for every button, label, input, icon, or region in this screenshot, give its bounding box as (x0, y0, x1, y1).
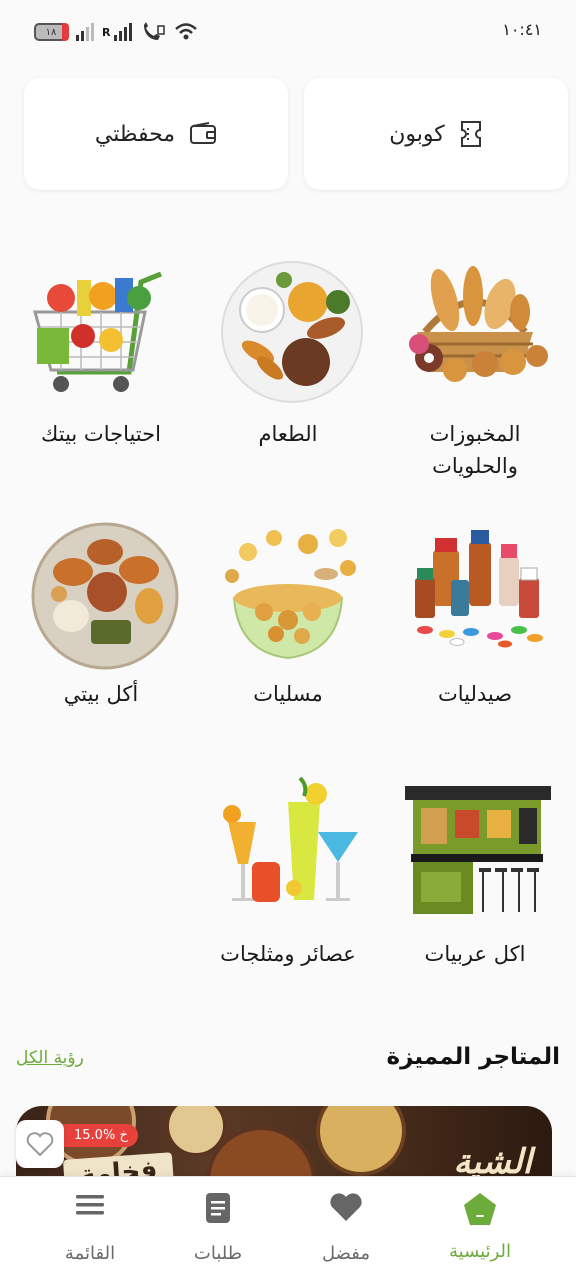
category-juices[interactable]: عصائر ومثلجات (203, 772, 373, 970)
discount-badge: 15.0% خ (56, 1124, 138, 1147)
category-label: صيدليات (437, 682, 513, 706)
wifi-call-icon (144, 22, 166, 40)
category-pharmacy[interactable]: صيدليات (390, 512, 560, 710)
featured-stores-title: المتاجر المميزة (386, 1044, 561, 1070)
nav-favorites[interactable]: مفضل (274, 1177, 418, 1280)
category-label: اكل عربيات (424, 942, 526, 966)
wallet-label: محفظتي (94, 121, 176, 147)
nav-menu[interactable]: القائمة (18, 1177, 162, 1280)
category-label: احتياجات بيتك (41, 422, 161, 446)
wallet-icon (190, 122, 217, 144)
battery-level: ١٨ (45, 26, 57, 38)
home-icon (464, 1193, 496, 1225)
category-label: مسليات (253, 682, 323, 706)
food-kiosk-image (405, 786, 551, 914)
orders-icon (206, 1193, 230, 1223)
category-label: المخبوزات والحلويات (429, 422, 521, 478)
nav-label: مفضل (322, 1243, 370, 1264)
shopping-cart-image (33, 271, 162, 392)
category-food-carts[interactable]: اكل عربيات (390, 772, 560, 970)
nav-orders[interactable]: طلبات (146, 1177, 290, 1280)
favorite-button[interactable] (16, 1120, 64, 1168)
roaming-icon: R (102, 25, 111, 39)
juice-glasses-image (223, 776, 358, 902)
nav-label: طلبات (193, 1243, 243, 1264)
category-snacks[interactable]: مسليات (203, 512, 373, 710)
nav-label: الرئيسية (449, 1241, 511, 1262)
status-time: ١٠:٤١ (502, 20, 542, 39)
category-label: الطعام (258, 422, 318, 446)
food-plate-image (221, 261, 363, 403)
nav-home[interactable]: الرئيسية (408, 1177, 552, 1280)
see-all-link[interactable]: رؤية الكل (16, 1048, 84, 1068)
coupon-label: كوبون (389, 121, 445, 147)
wifi-icon (175, 23, 198, 40)
heart-outline-icon (26, 1132, 54, 1157)
category-label: أكل بيتي (63, 682, 139, 706)
category-label: عصائر ومثلجات (220, 942, 356, 966)
category-home-needs[interactable]: احتياجات بيتك (16, 252, 186, 450)
snacks-bowl-image (225, 529, 356, 660)
home-food-tray-image (31, 522, 179, 670)
bottom-navigation: الرئيسية مفضل طلبات القائمة (0, 1176, 576, 1280)
category-food[interactable]: الطعام (203, 252, 373, 450)
status-bar: ١٨ R ١٠:٤١ (0, 0, 576, 64)
battery-icon: ١٨ (34, 23, 69, 41)
signal-icon-2 (114, 23, 133, 41)
wallet-card[interactable]: محفظتي (24, 78, 288, 190)
coupon-card[interactable]: كوبون (304, 78, 568, 190)
category-home-food[interactable]: أكل بيتي (16, 512, 186, 710)
menu-icon (76, 1195, 104, 1215)
signal-icon (76, 23, 94, 41)
nav-label: القائمة (64, 1243, 116, 1264)
coupon-icon (460, 121, 481, 147)
category-bakery[interactable]: المخبوزات والحلويات (390, 252, 560, 482)
status-icons: ١٨ R (34, 22, 198, 42)
bakery-basket-image (409, 266, 548, 382)
heart-icon (330, 1193, 362, 1221)
medicine-bottles-image (415, 530, 543, 648)
